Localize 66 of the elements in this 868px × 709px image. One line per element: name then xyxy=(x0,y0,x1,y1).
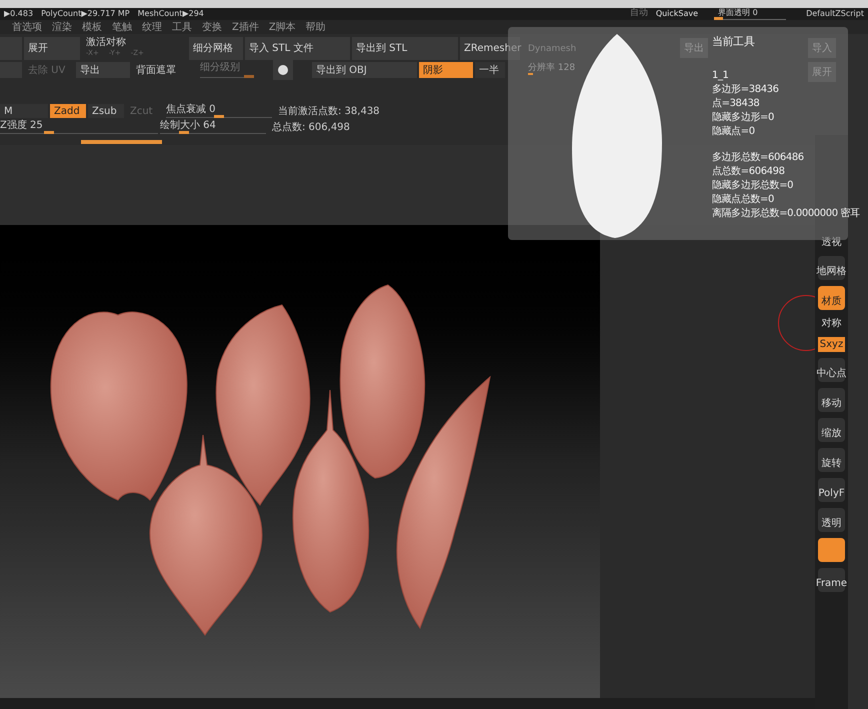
tool-info-line: 点总数=606498 xyxy=(712,165,785,179)
tool-info-line: 多边形=38436 xyxy=(712,83,779,97)
menu-item[interactable]: 渲染 xyxy=(52,20,72,34)
toolbar-field[interactable]: 导出到 OBJ xyxy=(312,62,417,78)
toggle-button[interactable]: Zadd xyxy=(50,104,86,118)
toolbar-label: 总点数: 606,498 xyxy=(271,120,351,134)
slider[interactable]: 焦点衰减 0 xyxy=(166,104,272,118)
script-name: DefaultZScript xyxy=(806,8,864,20)
status-readout: MeshCount▶294 xyxy=(138,8,204,20)
shelf-toggle[interactable]: 透视 xyxy=(820,235,844,250)
quicksave-button[interactable]: QuickSave xyxy=(656,8,698,20)
shelf-button[interactable]: Frame xyxy=(818,568,845,592)
slider-thumb[interactable] xyxy=(214,115,224,118)
shelf-button[interactable]: 中心点 xyxy=(818,358,845,382)
shelf-button[interactable]: 缩放 xyxy=(818,418,845,442)
viewport[interactable] xyxy=(0,225,600,698)
symmetry-label: 激活对称 xyxy=(86,37,126,48)
menu-item[interactable]: 帮助 xyxy=(306,20,326,34)
menu-item[interactable]: 笔触 xyxy=(112,20,132,34)
slider-thumb[interactable] xyxy=(44,131,54,134)
tool-title: 当前工具 xyxy=(712,35,754,49)
shelf-button[interactable]: PolyF xyxy=(818,478,845,502)
tool-info-line: 多边形总数=606486 xyxy=(712,151,804,165)
slider[interactable]: 绘制大小 64 xyxy=(160,120,266,134)
toggle-button[interactable]: Zsub xyxy=(88,104,124,118)
toolbar-button[interactable]: 细分网格 xyxy=(189,37,243,60)
shelf-button[interactable]: 移动 xyxy=(818,388,845,412)
menu-item[interactable]: 变换 xyxy=(202,20,222,34)
toolbar-label: 背面遮罩 xyxy=(135,64,177,78)
shelf-button[interactable] xyxy=(818,538,845,562)
status-readout: ▶0.483 xyxy=(4,8,34,20)
menu-item[interactable]: Z脚本 xyxy=(268,20,296,34)
menu-item[interactable]: 模板 xyxy=(82,20,102,34)
toolbar-label: 去除 UV xyxy=(27,64,66,78)
toggle-button[interactable]: 一半 xyxy=(475,62,505,78)
tool-info-line: 点=38438 xyxy=(712,97,760,111)
tool-info-line: 隐藏点总数=0 xyxy=(712,193,774,207)
slider-thumb[interactable] xyxy=(179,131,190,134)
menu-item[interactable]: 纹理 xyxy=(142,20,162,34)
transparency-slider[interactable]: 界面透明 0 xyxy=(714,8,786,20)
tool-info-line: 隐藏多边形总数=0 xyxy=(712,179,794,193)
tool-info-line: 隐藏点=0 xyxy=(712,125,755,139)
toolbar-button[interactable]: 导入 STL 文件 xyxy=(245,37,350,60)
toolbar-button[interactable]: 展开 xyxy=(24,37,80,60)
shelf-button[interactable]: 材质 xyxy=(818,286,845,310)
menu-item[interactable]: Z插件 xyxy=(232,20,259,34)
shelf-toggle[interactable]: 对称 xyxy=(820,316,844,331)
menu-item[interactable]: 工具 xyxy=(172,20,192,34)
toolbar-button[interactable]: 导出到 STL xyxy=(352,37,458,60)
tool-info-line: 隐藏多边形=0 xyxy=(712,111,774,125)
shelf-button[interactable]: 地网格 xyxy=(818,256,845,280)
tool-info-line: 1_1 xyxy=(712,69,729,83)
slider[interactable]: Z强度 25 xyxy=(0,120,158,134)
shelf-button[interactable]: 透明 xyxy=(818,508,845,532)
shelf-toggle[interactable]: Sxyz xyxy=(818,337,846,352)
menu-item[interactable]: 首选项 xyxy=(12,20,42,34)
shelf-button[interactable]: 旋转 xyxy=(818,448,845,472)
tool-info-line: 离隔多边形总数=0.0000000 密耳 xyxy=(712,207,860,221)
toolbar-field[interactable]: 导出 xyxy=(76,62,130,78)
toolbar-button[interactable]: ZRemesher xyxy=(460,37,520,60)
toggle-button[interactable]: M xyxy=(0,104,48,118)
toolbar-label: Zcut xyxy=(129,104,154,118)
toolbar-label: 当前激活点数: 38,438 xyxy=(277,104,381,118)
toggle-button[interactable]: 阴影 xyxy=(419,62,473,78)
auto-label: 自动 xyxy=(630,7,648,20)
status-readout: PolyCount▶29.717 MP xyxy=(41,8,130,20)
